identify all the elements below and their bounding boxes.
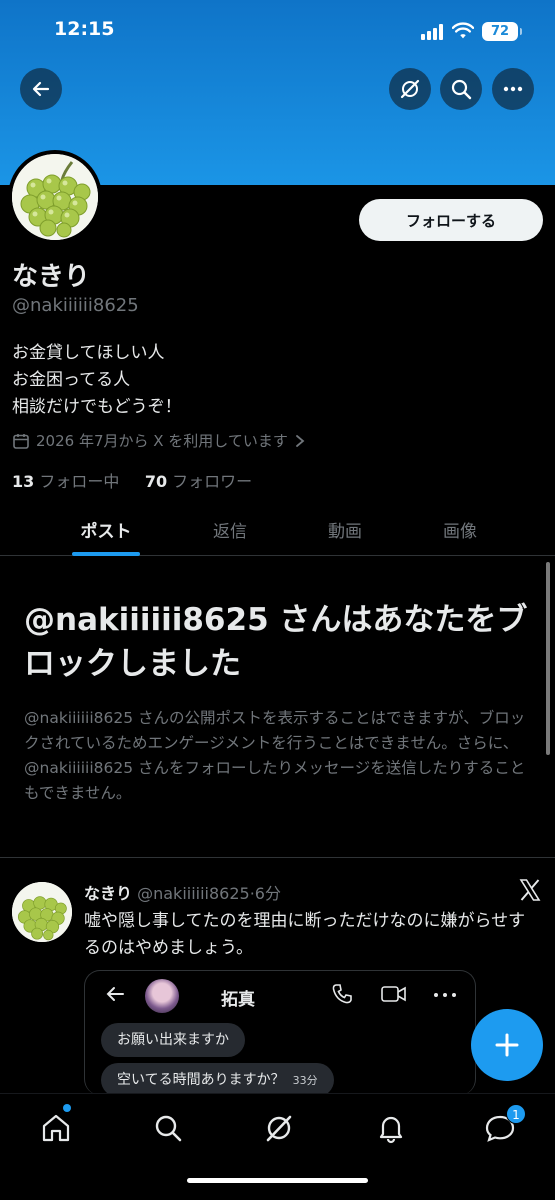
follow-button[interactable]: フォローする xyxy=(359,199,543,241)
grapes-image xyxy=(12,154,98,240)
tweet-avatar[interactable] xyxy=(12,882,72,942)
status-bar: 12:15 72 xyxy=(0,0,555,60)
divider xyxy=(0,857,555,858)
following-count: 13 xyxy=(12,472,35,491)
followers-label: フォロワー xyxy=(172,472,253,491)
following-link[interactable]: 13 フォロー中 xyxy=(12,472,119,491)
followers-link[interactable]: 70 フォロワー xyxy=(145,472,252,491)
profile-tabs: ポスト 返信 動画 画像 xyxy=(0,505,555,556)
contact-name: 拓真 xyxy=(221,990,255,1010)
tab-images[interactable]: 画像 xyxy=(410,517,510,542)
bell-icon[interactable] xyxy=(375,1112,407,1144)
arrow-left-icon xyxy=(106,987,124,1001)
message-text: 空いてる時間ありますか？ xyxy=(117,1072,285,1088)
tweet-text: 嘘や隠し事してたのを理由に断っただけなのに嫌がらせするのはやめましょう。 xyxy=(84,911,526,958)
more-options-button[interactable] xyxy=(492,68,534,110)
tweet-handle-time: @nakiiiiii8625·6分 xyxy=(137,884,281,903)
followers-count: 70 xyxy=(144,472,168,491)
search-icon xyxy=(451,79,472,100)
messages-badge: 1 xyxy=(506,1104,526,1124)
follow-stats: 13 フォロー中 70 フォロワー xyxy=(12,468,252,492)
calendar-icon xyxy=(13,433,29,449)
video-call-icon xyxy=(381,986,406,1002)
tweet-image[interactable]: 拓真 お願い出来ますか 空いてる時間ありますか？ 33分 xyxy=(84,970,476,1095)
back-button[interactable] xyxy=(20,68,62,110)
cellular-signal-icon xyxy=(421,24,445,40)
active-tab-indicator xyxy=(72,552,140,556)
profile-handle: @nakiiiiii8625 xyxy=(12,295,139,316)
profile-name: なきり xyxy=(12,262,91,292)
contact-avatar xyxy=(145,979,179,1013)
chevron-right-icon xyxy=(295,434,305,447)
joined-date[interactable]: 2026 年7月から X を利用しています xyxy=(12,430,306,451)
following-label: フォロー中 xyxy=(39,472,120,491)
profile-bio: お金貸してほしい人 お金困ってる人 相談だけでもどうぞ！ xyxy=(12,340,182,421)
tab-posts[interactable]: ポスト xyxy=(56,517,156,542)
bio-line: お金困ってる人 xyxy=(12,370,131,390)
tab-replies[interactable]: 返信 xyxy=(180,517,280,542)
blocked-description: @nakiiiiii8625 さんの公開ポストを表示することはできますが、ブロッ… xyxy=(24,709,526,802)
battery-indicator: 72 xyxy=(482,22,522,41)
tweet-header: なきり @nakiiiiii8625·6分 xyxy=(84,880,281,904)
message-text: お願い出来ますか xyxy=(117,1032,229,1048)
bottom-nav: 1 xyxy=(0,1093,555,1200)
joined-text: 2026 年7月から X を利用しています xyxy=(36,432,288,450)
x-logo-icon xyxy=(519,879,541,901)
wifi-icon xyxy=(452,22,474,39)
grok-icon[interactable] xyxy=(263,1112,295,1144)
status-time: 12:15 xyxy=(54,18,115,40)
message-bubble: 空いてる時間ありますか？ 33分 xyxy=(101,1063,334,1095)
profile-avatar[interactable] xyxy=(8,150,102,244)
bio-line: お金貸してほしい人 xyxy=(12,343,165,363)
blocked-title: @nakiiiiii8625 さんはあなたをブロックしました xyxy=(24,602,528,682)
compose-button[interactable] xyxy=(471,1009,543,1081)
arrow-left-icon xyxy=(32,81,50,97)
bio-line: 相談だけでもどうぞ！ xyxy=(12,397,182,417)
message-bubble: お願い出来ますか xyxy=(101,1023,245,1057)
plus-icon xyxy=(495,1033,519,1057)
tab-videos[interactable]: 動画 xyxy=(295,517,395,542)
tweet-author-name[interactable]: なきり xyxy=(84,884,132,903)
more-horizontal-icon xyxy=(434,993,456,997)
search-icon[interactable] xyxy=(152,1112,184,1144)
grapes-image xyxy=(12,882,72,942)
grok-icon xyxy=(400,79,420,99)
scrollbar[interactable] xyxy=(546,562,550,755)
phone-icon xyxy=(332,984,352,1004)
home-indicator xyxy=(187,1178,368,1183)
search-button[interactable] xyxy=(440,68,482,110)
home-icon[interactable] xyxy=(40,1112,72,1144)
message-time: 33分 xyxy=(292,1074,318,1087)
grok-button[interactable] xyxy=(389,68,431,110)
more-horizontal-icon xyxy=(503,86,523,92)
home-notification-dot xyxy=(63,1104,71,1112)
